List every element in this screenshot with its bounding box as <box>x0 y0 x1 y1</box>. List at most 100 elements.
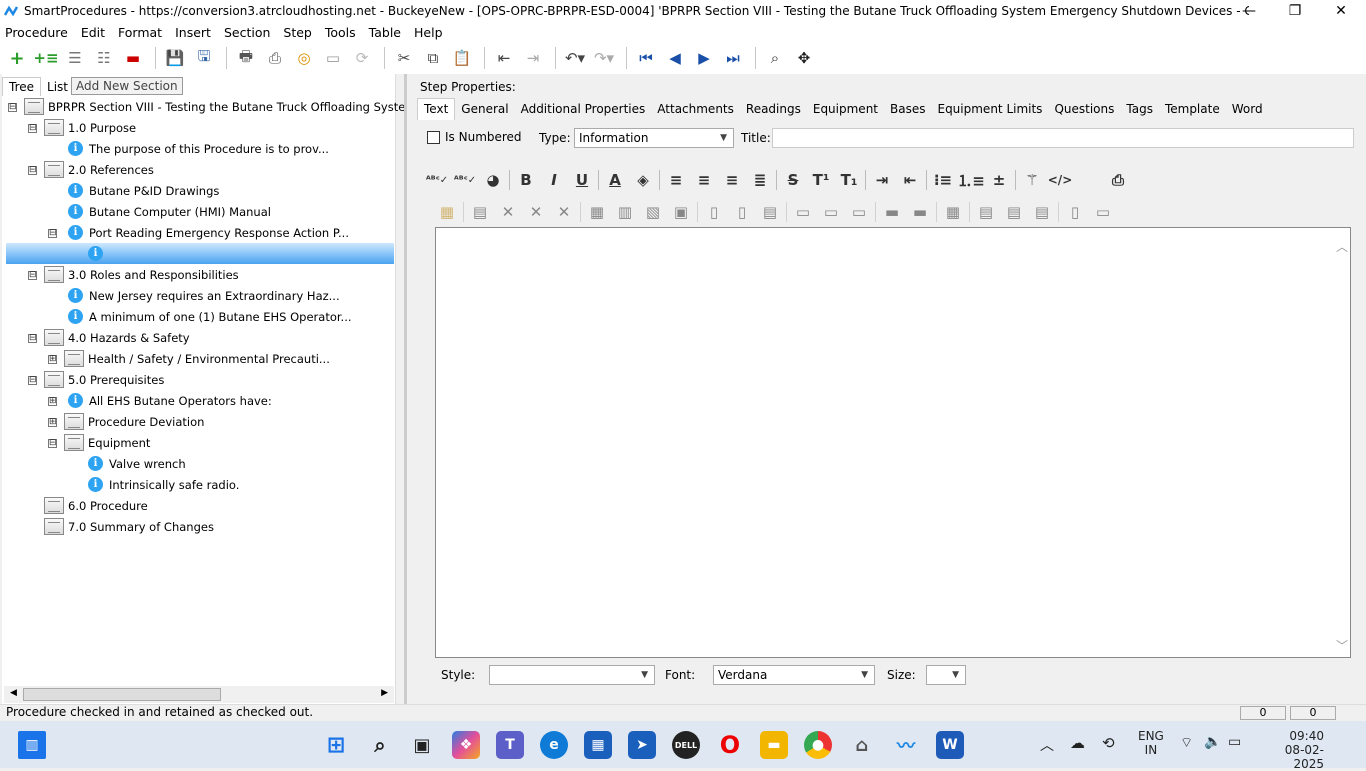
menu-format[interactable]: Format <box>113 25 167 40</box>
bullet-list-icon[interactable]: ⁝≡ <box>929 168 957 192</box>
menu-tools[interactable]: Tools <box>320 25 361 40</box>
tree-node[interactable]: i New Jersey requires an Extraordinary Ha… <box>68 285 340 306</box>
menu-edit[interactable]: Edit <box>76 25 110 40</box>
cell-props-icon[interactable]: ▦ <box>583 200 611 224</box>
tab-equipment-limits[interactable]: Equipment Limits <box>931 102 1048 116</box>
insert-column-right-icon[interactable]: ▯ <box>728 200 756 224</box>
task-view-icon[interactable]: ▣ <box>408 731 436 759</box>
file-explorer-icon[interactable]: ▬ <box>760 731 788 759</box>
fill-color-icon[interactable]: ◈ <box>629 168 657 192</box>
printer-icon[interactable]: ⎙ <box>1104 168 1132 192</box>
undo-icon[interactable]: ↶▾ <box>562 45 588 71</box>
scroll-left-icon[interactable]: ◀ <box>10 688 17 698</box>
start-icon[interactable]: ⊞ <box>322 731 350 759</box>
tree-node[interactable]: 3.0 Roles and Responsibilities <box>44 264 239 285</box>
find-icon[interactable]: ⌕ <box>762 45 788 71</box>
insert-table-icon[interactable]: ▦ <box>433 200 461 224</box>
tab-word[interactable]: Word <box>1226 102 1269 116</box>
insert-substep-icon[interactable]: ☷ <box>91 45 117 71</box>
tree-node[interactable]: 5.0 Prerequisites <box>44 369 164 390</box>
last-record-icon[interactable]: ⏭ <box>720 45 746 71</box>
scroll-up-icon[interactable]: ︿ <box>1336 238 1348 255</box>
tree-node[interactable]: Procedure Deviation <box>64 411 204 432</box>
justify-icon[interactable]: ≣ <box>746 168 774 192</box>
expand-toggle[interactable]: ⊞ <box>48 397 57 406</box>
tab-attachments[interactable]: Attachments <box>651 102 740 116</box>
underline-icon[interactable]: U <box>568 168 596 192</box>
app-icon[interactable]: ⌂ <box>848 731 876 759</box>
tab-text[interactable]: Text <box>417 98 456 120</box>
collapse-toggle[interactable]: ⊟ <box>8 103 17 112</box>
font-select[interactable]: Verdana ▼ <box>713 665 875 685</box>
scroll-right-icon[interactable]: ▶ <box>381 688 388 698</box>
italic-icon[interactable]: I <box>540 168 568 192</box>
collapse-toggle[interactable]: ⊟ <box>48 229 57 238</box>
collapse-toggle[interactable]: ⊟ <box>28 271 37 280</box>
increase-indent-icon[interactable]: ⇥ <box>868 168 896 192</box>
magic-wand-icon[interactable]: ⚚ <box>1018 168 1046 192</box>
delete-column-icon[interactable]: ✕ <box>550 200 578 224</box>
expand-toggle[interactable]: ⊞ <box>48 418 57 427</box>
add-section-icon[interactable]: + <box>4 45 30 71</box>
tree-node[interactable]: i Intrinsically safe radio. <box>88 474 239 495</box>
tree-node[interactable]: 4.0 Hazards & Safety <box>44 327 190 348</box>
volume-icon[interactable]: 🔈 <box>1204 734 1221 750</box>
delete-row-icon[interactable]: ✕ <box>522 200 550 224</box>
store-icon[interactable]: ▦ <box>584 731 612 759</box>
expand-toggle[interactable]: ⊞ <box>48 355 57 364</box>
valign-middle-icon[interactable]: ▤ <box>1000 200 1028 224</box>
type-select[interactable]: Information ▼ <box>574 128 734 148</box>
delete-icon[interactable]: ▬ <box>120 45 146 71</box>
menu-procedure[interactable]: Procedure <box>0 25 73 40</box>
dell-icon[interactable]: DELL <box>672 731 700 759</box>
search-icon[interactable]: ⌕ <box>366 731 394 759</box>
collapse-toggle[interactable]: ⊟ <box>28 334 37 343</box>
tree-node[interactable]: i Butane P&ID Drawings <box>68 180 219 201</box>
capsule-icon[interactable]: ▭ <box>1089 200 1117 224</box>
decrease-indent-icon[interactable]: ⇤ <box>896 168 924 192</box>
maximize-button[interactable]: ❐ <box>1272 0 1318 22</box>
collapse-toggle[interactable]: ⊟ <box>28 376 37 385</box>
subscript-icon[interactable]: T₁ <box>835 168 863 192</box>
menu-section[interactable]: Section <box>219 25 275 40</box>
power-automate-icon[interactable]: ➤ <box>628 731 656 759</box>
split-table-icon[interactable]: ▦ <box>939 200 967 224</box>
align-right-icon[interactable]: ≡ <box>718 168 746 192</box>
tree-node[interactable]: i The purpose of this Procedure is to pro… <box>68 138 329 159</box>
is-numbered-checkbox[interactable] <box>427 131 440 144</box>
chrome-icon[interactable]: ● <box>804 731 832 759</box>
tab-questions[interactable]: Questions <box>1048 102 1120 116</box>
tree-node[interactable]: 1.0 Purpose <box>44 117 136 138</box>
collapse-toggle[interactable]: ⊟ <box>48 439 57 448</box>
size-select[interactable]: ▼ <box>926 665 966 685</box>
insert-row-above-icon[interactable]: ▭ <box>789 200 817 224</box>
menu-step[interactable]: Step <box>278 25 316 40</box>
next-record-icon[interactable]: ▶ <box>691 45 717 71</box>
font-color-icon[interactable]: A <box>601 168 629 192</box>
border-icon[interactable]: ▣ <box>667 200 695 224</box>
scroll-down-icon[interactable]: ﹀ <box>1336 637 1348 654</box>
copy-icon[interactable]: ⧉ <box>420 45 446 71</box>
insert-line-icon[interactable]: ± <box>985 168 1013 192</box>
widgets-icon[interactable]: ▥ <box>18 731 46 759</box>
tree-node-selected[interactable]: i <box>88 243 109 264</box>
copilot-icon[interactable]: ❖ <box>452 731 480 759</box>
style-select[interactable]: ▼ <box>489 665 655 685</box>
column-icon[interactable]: ▬ <box>906 200 934 224</box>
network-status-icon[interactable]: ☁ <box>1070 734 1085 752</box>
move-icon[interactable]: ✥ <box>791 45 817 71</box>
title-input[interactable] <box>772 128 1354 148</box>
redo-icon[interactable]: ↷▾ <box>591 45 617 71</box>
language-indicator[interactable]: ENG IN <box>1138 729 1164 757</box>
superscript-icon[interactable]: T¹ <box>807 168 835 192</box>
cylinder-icon[interactable]: ▯ <box>1061 200 1089 224</box>
merge-cells-icon[interactable]: ▤ <box>756 200 784 224</box>
save-icon[interactable]: 💾 <box>162 45 188 71</box>
collapse-toggle[interactable]: ⊟ <box>28 166 37 175</box>
strikethrough-icon[interactable]: S <box>779 168 807 192</box>
tree-node[interactable]: 6.0 Procedure <box>44 495 148 516</box>
tab-bases[interactable]: Bases <box>884 102 931 116</box>
word-icon[interactable]: W <box>936 731 964 759</box>
tree-node[interactable]: i All EHS Butane Operators have: <box>68 390 272 411</box>
tree-node[interactable]: i Valve wrench <box>88 453 186 474</box>
